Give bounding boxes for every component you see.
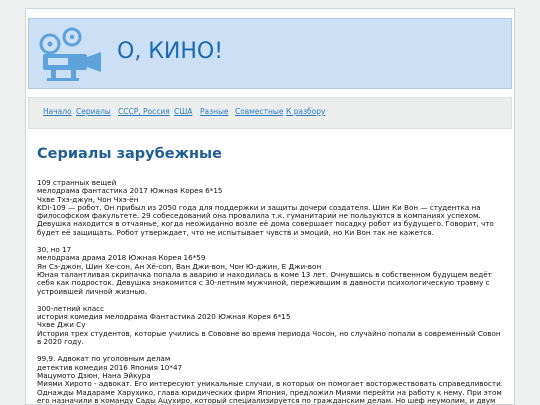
nav-link-home[interactable]: Начало — [43, 107, 72, 116]
page-title: Сериалы зарубежные — [37, 146, 222, 162]
list-item: 109 странных вещей мелодрама фантастика … — [37, 178, 505, 237]
series-description: Миями Хирото - адвокат. Его интересуют у… — [37, 379, 504, 405]
nav-link-series[interactable]: Сериалы — [76, 107, 111, 116]
nav-link-various[interactable]: Разные — [200, 107, 229, 116]
nav-link-to-review[interactable]: К разбору — [286, 107, 325, 116]
series-description: История трех студентов, которые учились … — [37, 328, 501, 347]
series-meta: история комедия мелодрама Фантастика 202… — [37, 312, 291, 322]
series-description: Юная талантливая скрипачка попала в авар… — [37, 269, 492, 296]
list-item: 300-летний класс история комедия мелодра… — [37, 304, 505, 347]
site-header: О, КИНО! — [28, 18, 512, 89]
page: О, КИНО! Начало Сериалы СССР, Россия США… — [25, 8, 515, 405]
main-nav: Начало Сериалы СССР, Россия США Разные С… — [28, 97, 512, 129]
series-list: 109 странных вещей мелодрама фантастика … — [37, 178, 505, 405]
list-item: 99,9. Адвокат по уголовным делам детекти… — [37, 355, 505, 405]
site-title[interactable]: О, КИНО! — [117, 39, 223, 64]
film-projector-icon[interactable] — [37, 27, 109, 83]
nav-link-joint[interactable]: Совместные — [235, 107, 283, 116]
list-item: 30, но 17 мелодрама драма 2018 Южная Кор… — [37, 245, 505, 296]
nav-link-ussr[interactable]: СССР, Россия — [118, 107, 170, 116]
nav-link-usa[interactable]: США — [174, 107, 192, 116]
series-description: KDI-109 — робот. Он прибыл из 2050 года … — [37, 202, 494, 237]
